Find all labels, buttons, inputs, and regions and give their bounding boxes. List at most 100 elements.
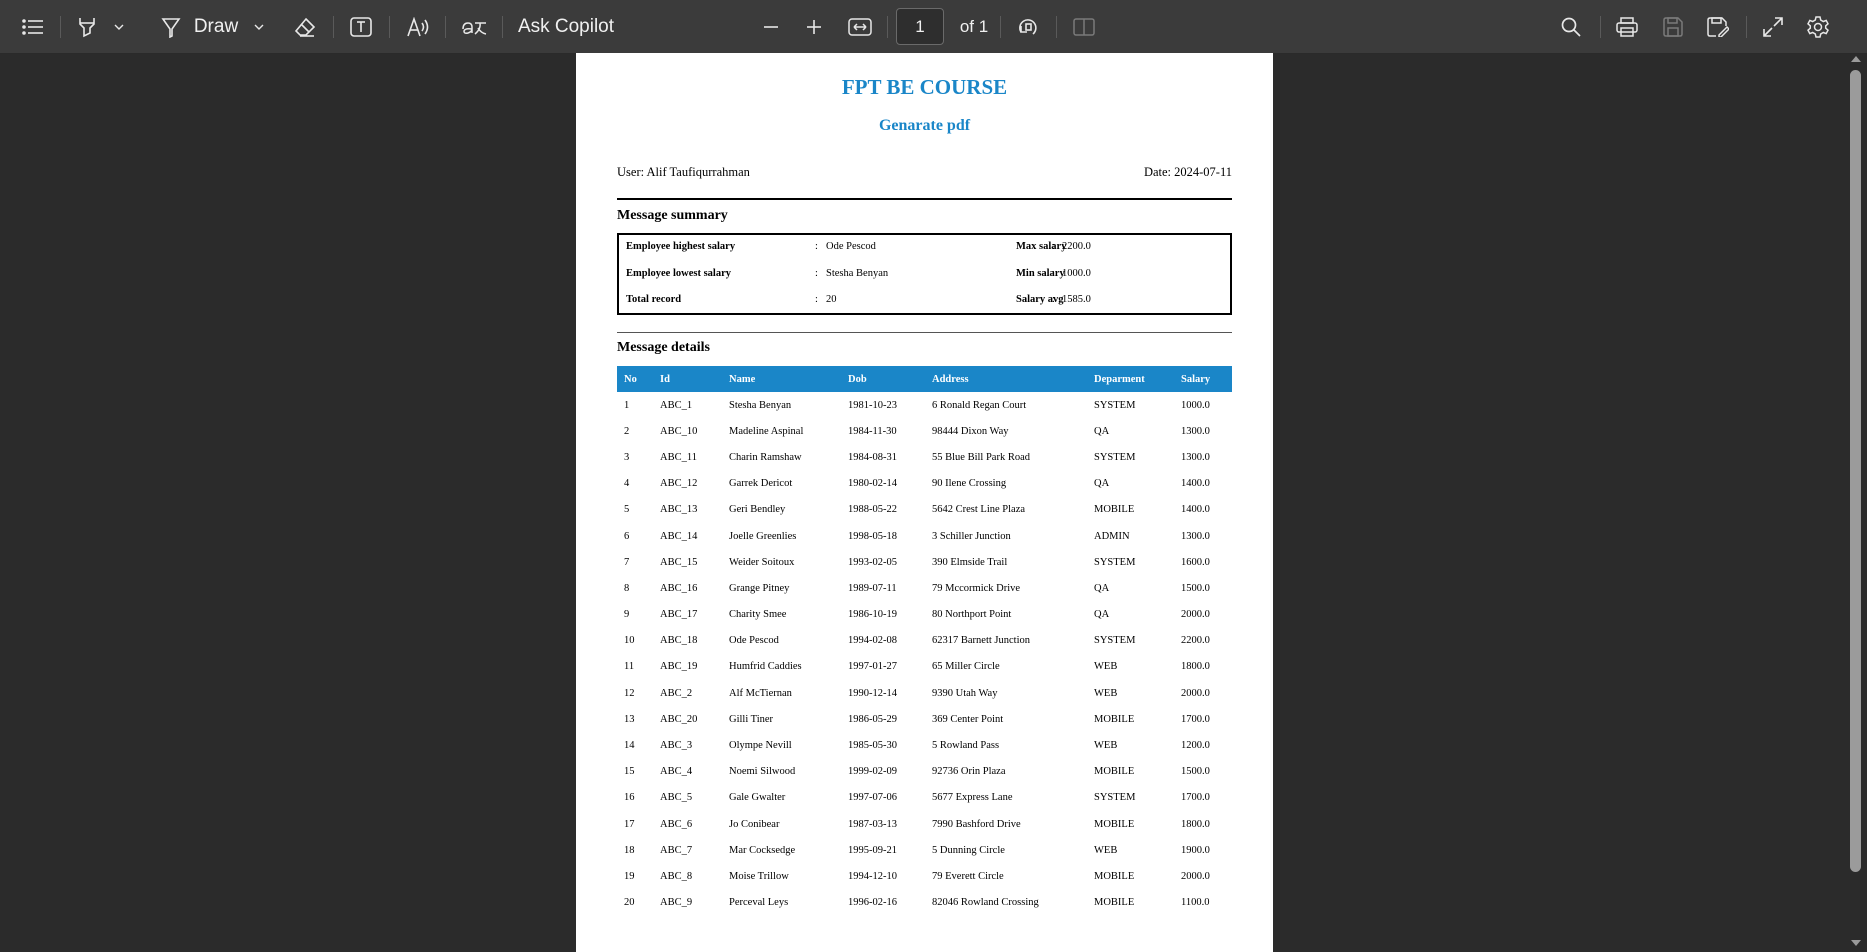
settings-button[interactable] bbox=[1803, 0, 1833, 53]
table-row: 6 ABC_14 Joelle Greenlies 1998-05-18 3 Schil… bbox=[617, 523, 1232, 549]
erase-button[interactable] bbox=[290, 0, 320, 53]
add-text-button[interactable] bbox=[346, 0, 376, 53]
table-cell: Perceval Leys bbox=[729, 897, 789, 909]
table-cell: 1300.0 bbox=[1181, 451, 1210, 463]
toolbar-divider bbox=[1000, 16, 1001, 38]
table-cell: 2 bbox=[624, 425, 630, 437]
draw-button[interactable]: Draw bbox=[194, 0, 238, 53]
table-row: 12 ABC_2 Alf McTiernan 1990-12-14 9390 Utah … bbox=[617, 680, 1232, 706]
page-view-button[interactable] bbox=[1068, 0, 1100, 53]
save-as-button[interactable] bbox=[1703, 0, 1733, 53]
table-cell: 1300.0 bbox=[1181, 425, 1210, 437]
table-cell: SYSTEM bbox=[1094, 556, 1136, 568]
summary-heading: Message summary bbox=[617, 208, 728, 223]
zoom-out-button[interactable] bbox=[756, 0, 786, 53]
ask-copilot-label: Ask Copilot bbox=[517, 15, 615, 37]
table-cell: QA bbox=[1094, 582, 1110, 594]
table-cell: ABC_2 bbox=[660, 687, 693, 699]
column-header: Address bbox=[925, 366, 1087, 392]
scroll-down-arrow-icon[interactable] bbox=[1851, 940, 1861, 946]
summary-box: Employee highest salary : Ode Pescod Max… bbox=[617, 233, 1232, 315]
table-cell: 82046 Rowland Crossing bbox=[932, 897, 1039, 909]
table-cell: 16 bbox=[624, 792, 635, 804]
table-cell: 1800.0 bbox=[1181, 818, 1210, 830]
table-cell: 7990 Bashford Drive bbox=[932, 818, 1021, 830]
table-cell: 1997-07-06 bbox=[848, 792, 897, 804]
fit-page-button[interactable] bbox=[844, 0, 876, 53]
print-icon bbox=[1616, 16, 1638, 37]
toolbar-divider bbox=[887, 16, 888, 38]
translate-icon bbox=[462, 21, 487, 35]
table-cell: ABC_5 bbox=[660, 792, 693, 804]
table-cell: 1700.0 bbox=[1181, 713, 1210, 725]
table-cell: 1986-05-29 bbox=[848, 713, 897, 725]
table-cell: MOBILE bbox=[1094, 897, 1135, 909]
fullscreen-button[interactable] bbox=[1758, 0, 1788, 53]
table-cell: ABC_13 bbox=[660, 504, 698, 516]
translate-button[interactable] bbox=[458, 0, 490, 53]
table-cell: Noemi Silwood bbox=[729, 766, 796, 778]
rotate-button[interactable] bbox=[1012, 0, 1044, 53]
draw-icon-button[interactable] bbox=[158, 0, 184, 53]
table-cell: Geri Bendley bbox=[729, 504, 786, 516]
highlight-menu-button[interactable] bbox=[110, 0, 128, 53]
draw-menu-button[interactable] bbox=[250, 0, 268, 53]
table-row: 18 ABC_7 Mar Cocksedge 1995-09-21 5 Dunning … bbox=[617, 837, 1232, 863]
page-number-input[interactable] bbox=[896, 8, 944, 45]
date-label: Date: 2024-07-11 bbox=[1143, 165, 1232, 179]
fit-page-icon bbox=[848, 17, 872, 36]
print-button[interactable] bbox=[1612, 0, 1642, 53]
table-cell: SYSTEM bbox=[1094, 635, 1136, 647]
table-cell: Stesha Benyan bbox=[729, 399, 792, 411]
summary-total-value: 20 bbox=[826, 294, 837, 305]
table-cell: 62317 Barnett Junction bbox=[932, 635, 1030, 647]
highlight-button[interactable] bbox=[74, 0, 100, 53]
table-cell: ABC_11 bbox=[660, 451, 697, 463]
toolbar-divider bbox=[389, 16, 390, 38]
table-cell: 1300.0 bbox=[1181, 530, 1210, 542]
table-cell: 18 bbox=[624, 844, 635, 856]
table-cell: 1500.0 bbox=[1181, 766, 1210, 778]
zoom-in-button[interactable] bbox=[799, 0, 829, 53]
search-icon bbox=[1561, 17, 1581, 37]
table-cell: 6 Ronald Regan Court bbox=[932, 399, 1027, 411]
table-cell: 17 bbox=[624, 818, 635, 830]
table-row: 10 ABC_18 Ode Pescod 1994-02-08 62317 Barnet… bbox=[617, 628, 1232, 654]
table-cell: ABC_7 bbox=[660, 844, 693, 856]
contents-icon bbox=[22, 18, 43, 35]
table-row: 19 ABC_8 Moise Trillow 1994-12-10 79 Everett… bbox=[617, 863, 1232, 889]
scroll-up-arrow-icon[interactable] bbox=[1851, 56, 1861, 62]
read-aloud-button[interactable] bbox=[402, 0, 434, 53]
table-cell: 1900.0 bbox=[1181, 844, 1210, 856]
table-cell: ABC_10 bbox=[660, 425, 698, 437]
table-cell: Weider Soitoux bbox=[729, 556, 795, 568]
contents-button[interactable] bbox=[17, 0, 49, 53]
summary-lowest-label: Employee lowest salary bbox=[626, 268, 731, 279]
summary-min-value: 1000.0 bbox=[1062, 268, 1091, 279]
table-row: 1 ABC_1 Stesha Benyan 1981-10-23 6 Ronald Re… bbox=[617, 392, 1232, 418]
scroll-thumb[interactable] bbox=[1850, 70, 1861, 872]
table-cell: 1600.0 bbox=[1181, 556, 1210, 568]
table-cell: ABC_6 bbox=[660, 818, 693, 830]
table-row: 7 ABC_15 Weider Soitoux 1993-02-05 390 Elmsi… bbox=[617, 549, 1232, 575]
table-cell: 1995-09-21 bbox=[848, 844, 897, 856]
draw-icon bbox=[161, 17, 181, 38]
table-cell: ABC_4 bbox=[660, 766, 693, 778]
table-cell: 20 bbox=[624, 897, 635, 909]
table-cell: QA bbox=[1094, 609, 1110, 621]
pdf-toolbar: Draw Ask Copilot 1 of 1 bbox=[0, 0, 1867, 54]
table-cell: 2200.0 bbox=[1181, 635, 1210, 647]
table-cell: 390 Elmside Trail bbox=[932, 556, 1008, 568]
zoom-out-icon bbox=[764, 25, 778, 28]
ask-copilot-button[interactable]: Ask Copilot bbox=[514, 0, 618, 53]
table-cell: 5677 Express Lane bbox=[932, 792, 1013, 804]
table-cell: ABC_19 bbox=[660, 661, 698, 673]
table-cell: 9390 Utah Way bbox=[932, 687, 998, 699]
table-cell: Ode Pescod bbox=[729, 635, 779, 647]
search-button[interactable] bbox=[1556, 0, 1586, 53]
save-button[interactable] bbox=[1658, 0, 1688, 53]
user-label: User: Alif Taufiqurrahman bbox=[617, 165, 750, 179]
column-header: Salary bbox=[1174, 366, 1232, 392]
table-cell: ABC_8 bbox=[660, 870, 693, 882]
table-cell: 1700.0 bbox=[1181, 792, 1210, 804]
